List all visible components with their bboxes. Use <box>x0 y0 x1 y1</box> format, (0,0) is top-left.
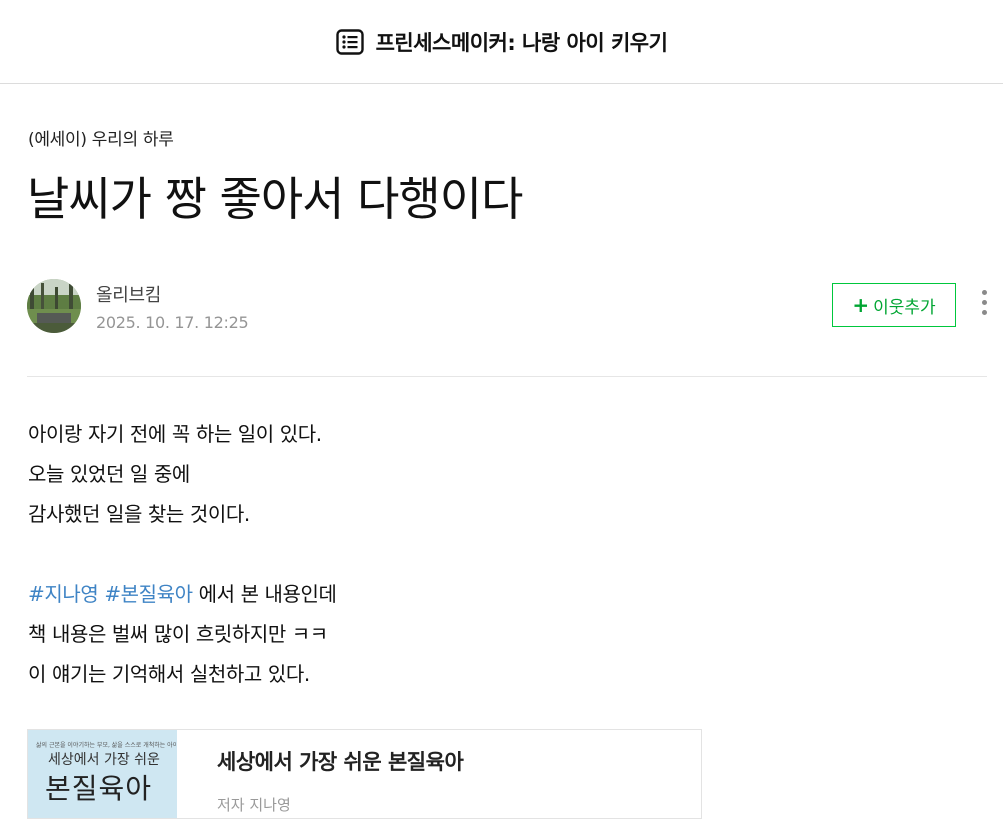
book-card[interactable]: 삶의 근본을 이야기하는 부모, 삶을 스스로 개척하는 아이 세상에서 가장 … <box>27 729 702 819</box>
body-line: 이 얘기는 기억해서 실천하고 있다. <box>28 662 310 686</box>
post-title: 날씨가 짱 좋아서 다행이다 <box>27 172 523 226</box>
author-row: 올리브킴 2025. 10. 17. 12:25 + 이웃추가 <box>27 278 987 334</box>
blog-title-link[interactable]: 프린세스메이커: 나랑 아이 키우기 <box>335 27 668 57</box>
body-text-fragment: 에서 본 내용인데 <box>192 582 337 606</box>
book-title[interactable]: 세상에서 가장 쉬운 본질육아 <box>217 746 464 776</box>
hashtag-link[interactable]: #지나영 <box>28 582 99 606</box>
cover-big-title: 본질육아 <box>45 772 153 805</box>
divider <box>27 376 987 377</box>
cover-subtitle: 삶의 근본을 이야기하는 부모, 삶을 스스로 개척하는 아이 <box>36 742 177 749</box>
body-line: 오늘 있었던 일 중에 <box>28 462 190 486</box>
blog-header: 프린세스메이커: 나랑 아이 키우기 <box>0 0 1003 84</box>
post-body: 아이랑 자기 전에 꼭 하는 일이 있다. 오늘 있었던 일 중에 감사했던 일… <box>28 417 337 697</box>
book-meta: 저자 지나영 <box>217 796 291 814</box>
profile-avatar-icon <box>27 279 81 333</box>
cover-small-title: 세상에서 가장 쉬운 <box>48 752 160 768</box>
author-name[interactable]: 올리브킴 <box>96 281 161 307</box>
post-category-link[interactable]: (에세이) 우리의 하루 <box>28 125 174 150</box>
add-neighbor-label: 이웃추가 <box>873 297 936 318</box>
author-avatar[interactable] <box>27 279 81 333</box>
more-options-icon[interactable] <box>977 290 991 320</box>
hashtag-link[interactable]: #본질육아 <box>104 582 193 606</box>
list-menu-icon <box>335 28 364 55</box>
body-line: 감사했던 일을 찾는 것이다. <box>28 502 250 526</box>
post-date: 2025. 10. 17. 12:25 <box>96 313 249 332</box>
body-line: 아이랑 자기 전에 꼭 하는 일이 있다. <box>28 422 322 446</box>
plus-icon: + <box>852 293 870 317</box>
book-cover-image: 삶의 근본을 이야기하는 부모, 삶을 스스로 개척하는 아이 세상에서 가장 … <box>28 730 177 818</box>
add-neighbor-button[interactable]: + 이웃추가 <box>832 283 956 327</box>
body-line: 책 내용은 벌써 많이 흐릿하지만 ㅋㅋ <box>28 622 328 646</box>
blog-title[interactable]: 프린세스메이커: 나랑 아이 키우기 <box>376 27 668 57</box>
body-line-with-hashtags: #지나영 #본질육아 에서 본 내용인데 <box>28 577 337 617</box>
